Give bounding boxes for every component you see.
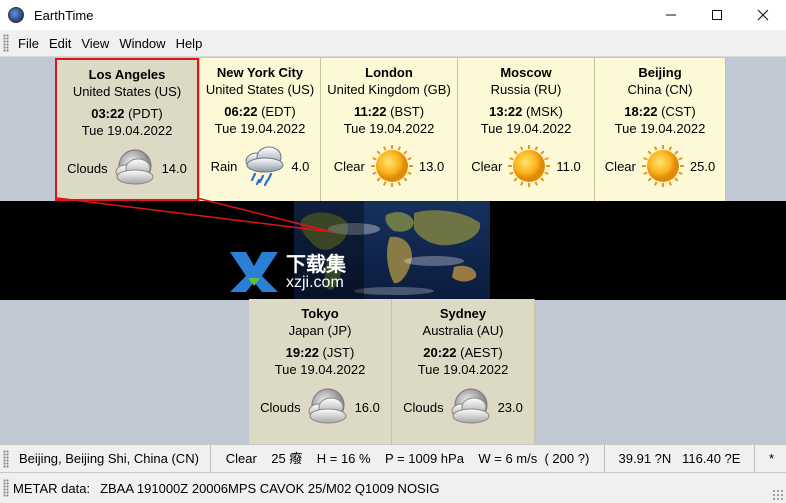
- city-time: 19:22 (JST): [249, 344, 391, 361]
- resize-grip-icon[interactable]: [772, 489, 784, 501]
- city-time: 20:22 (AEST): [392, 344, 534, 361]
- clouds-night-icon: [305, 385, 351, 429]
- weather-temperature: 23.0: [497, 399, 523, 415]
- status-bar: Beijing, Beijing Shi, China (CN) Clear 2…: [0, 444, 786, 473]
- watermark-title: 下载集: [286, 254, 346, 276]
- weather-condition: Clouds: [403, 399, 444, 415]
- metar-bar: METAR data: ZBAA 191000Z 20006MPS CAVOK …: [0, 472, 786, 503]
- city-timezone: (JST): [322, 345, 355, 360]
- city-time-value: 19:22: [285, 345, 319, 360]
- city-timezone: (AEST): [460, 345, 503, 360]
- city-country: Australia (AU): [422, 323, 504, 338]
- weather-row: Clouds 23.0: [392, 385, 534, 429]
- clouds-night-icon: [448, 385, 494, 429]
- statusbar-grip-icon: [3, 449, 9, 468]
- weather-row: Clouds 16.0: [249, 385, 391, 429]
- city-date: Tue 19.04.2022: [274, 362, 366, 377]
- metar-grip-icon: [3, 479, 9, 497]
- watermark: 下载集 xzji.com: [226, 246, 376, 296]
- city-name: Sydney: [439, 306, 487, 321]
- status-coords: 39.91 ?N 116.40 ?E: [605, 444, 755, 473]
- metar-label: METAR data:: [13, 480, 91, 496]
- city-time-value: 20:22: [423, 345, 457, 360]
- watermark-sub: xzji.com: [286, 274, 344, 291]
- city-card-tokyo[interactable]: Tokyo Japan (JP) 19:22 (JST) Tue 19.04.2…: [249, 299, 392, 444]
- metar-value: ZBAA 191000Z 20006MPS CAVOK 25/M02 Q1009…: [100, 480, 440, 496]
- city-date: Tue 19.04.2022: [417, 362, 509, 377]
- weather-condition: Clouds: [260, 399, 301, 415]
- status-extra: *: [769, 450, 775, 466]
- city-country: Japan (JP): [288, 323, 352, 338]
- city-card-sydney[interactable]: Sydney Australia (AU) 20:22 (AEST) Tue 1…: [392, 299, 535, 444]
- city-name: Tokyo: [301, 306, 339, 321]
- weather-temperature: 16.0: [354, 399, 380, 415]
- status-location: Beijing, Beijing Shi, China (CN): [11, 444, 211, 473]
- status-weather: Clear 25 癈 H = 16 % P = 1009 hPa W = 6 m…: [211, 444, 605, 473]
